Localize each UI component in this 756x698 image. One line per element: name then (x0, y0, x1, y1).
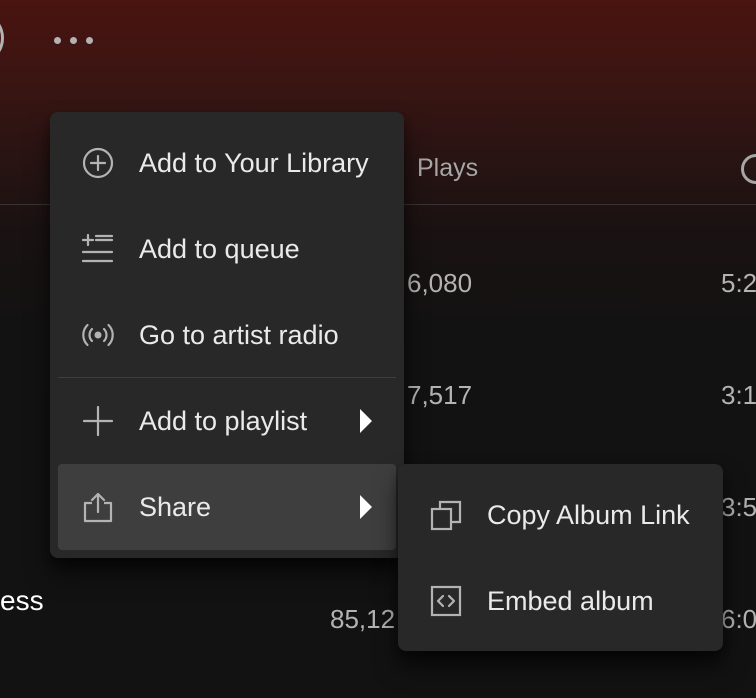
menu-item-share[interactable]: Share (58, 464, 396, 550)
plus-icon (82, 405, 114, 437)
track-plays: 85,12 (330, 604, 396, 634)
menu-item-label: Share (139, 491, 212, 522)
menu-item-add-to-library[interactable]: Add to Your Library (58, 120, 396, 206)
embed-icon (430, 585, 462, 617)
menu-item-add-to-playlist[interactable]: Add to playlist (58, 378, 396, 464)
menu-item-label: Add to Your Library (139, 147, 369, 178)
copy-icon (430, 499, 462, 531)
menu-item-add-to-queue[interactable]: Add to queue (58, 206, 396, 292)
menu-item-embed-album[interactable]: Embed album (406, 558, 715, 644)
more-options-button[interactable] (54, 30, 110, 50)
menu-item-label: Copy Album Link (487, 499, 690, 530)
menu-item-artist-radio[interactable]: Go to artist radio (58, 292, 396, 378)
menu-item-label: Add to queue (139, 233, 300, 264)
track-title[interactable]: ess (0, 585, 44, 617)
more-horizontal-icon (54, 36, 61, 44)
share-icon (82, 491, 114, 523)
add-circle-icon (82, 147, 114, 179)
track-duration: 5:2 (721, 268, 756, 298)
menu-item-copy-album-link[interactable]: Copy Album Link (406, 472, 715, 558)
radio-icon (82, 319, 114, 351)
menu-item-label: Add to playlist (139, 405, 308, 436)
track-duration: 3:5 (721, 492, 756, 522)
track-duration: 3:1 (721, 380, 756, 410)
track-plays: 7,517 (407, 380, 473, 410)
menu-item-label: Embed album (487, 585, 654, 616)
add-to-queue-icon (82, 233, 114, 265)
track-plays: 6,080 (407, 268, 473, 298)
more-horizontal-icon (86, 36, 93, 44)
chevron-right-icon (360, 409, 372, 433)
share-submenu: Copy Album Link Embed album (398, 464, 723, 651)
track-duration: 6:0 (721, 604, 756, 634)
chevron-right-icon (360, 495, 372, 519)
menu-item-label: Go to artist radio (139, 319, 339, 350)
more-horizontal-icon (70, 36, 77, 44)
context-menu: Add to Your Library Add to queue Go to a… (50, 112, 404, 558)
column-header-plays[interactable]: Plays (417, 154, 478, 183)
